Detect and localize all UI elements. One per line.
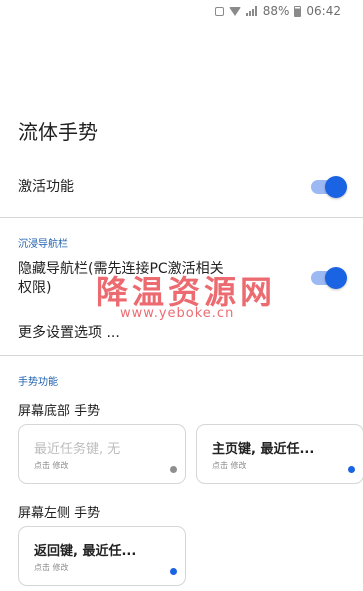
more-settings-link[interactable]: 更多设置选项 ... xyxy=(18,322,120,344)
battery-percent: 88% xyxy=(262,4,290,18)
card-subtitle: 点击 修改 xyxy=(34,461,69,470)
wifi-icon xyxy=(228,6,241,16)
status-dot xyxy=(170,568,177,575)
card-title: 返回键, 最近任... xyxy=(34,544,137,559)
left-gesture-card-back[interactable]: 返回键, 最近任... 点击 修改 xyxy=(18,526,186,586)
status-dot xyxy=(170,466,177,473)
vibrate-icon xyxy=(214,6,224,16)
clock: 06:42 xyxy=(306,4,341,18)
status-bar: 88% 06:42 xyxy=(0,0,363,22)
toggle-thumb xyxy=(325,176,347,198)
activate-label: 激活功能 xyxy=(18,179,74,195)
watermark-url: www.yeboke.cn xyxy=(120,306,235,321)
card-subtitle: 点击 修改 xyxy=(212,461,247,470)
signal-icon xyxy=(245,6,258,16)
bottom-gesture-card-home[interactable]: 主页键, 最近任... 点击 修改 xyxy=(196,424,363,484)
divider xyxy=(0,355,363,356)
battery-icon xyxy=(294,5,302,17)
bottom-gesture-label: 屏幕底部 手势 xyxy=(18,404,101,419)
section-header-gesture-functions: 手势功能 xyxy=(18,377,58,388)
card-title: 主页键, 最近任... xyxy=(212,442,315,457)
section-header-immersive-nav: 沉浸导航栏 xyxy=(18,239,68,250)
hide-nav-toggle[interactable] xyxy=(311,267,347,289)
card-subtitle: 点击 修改 xyxy=(34,563,69,572)
left-gesture-label: 屏幕左侧 手势 xyxy=(18,506,101,521)
toggle-thumb xyxy=(325,267,347,289)
activate-toggle[interactable] xyxy=(311,176,347,198)
divider xyxy=(0,217,363,218)
status-dot xyxy=(348,466,355,473)
hide-nav-label: 隐藏导航栏(需先连接PC激活相关权限) xyxy=(18,261,224,296)
card-title: 最近任务键, 无 xyxy=(34,442,121,457)
page-title: 流体手势 xyxy=(18,120,98,144)
bottom-gesture-card-recent[interactable]: 最近任务键, 无 点击 修改 xyxy=(18,424,186,484)
